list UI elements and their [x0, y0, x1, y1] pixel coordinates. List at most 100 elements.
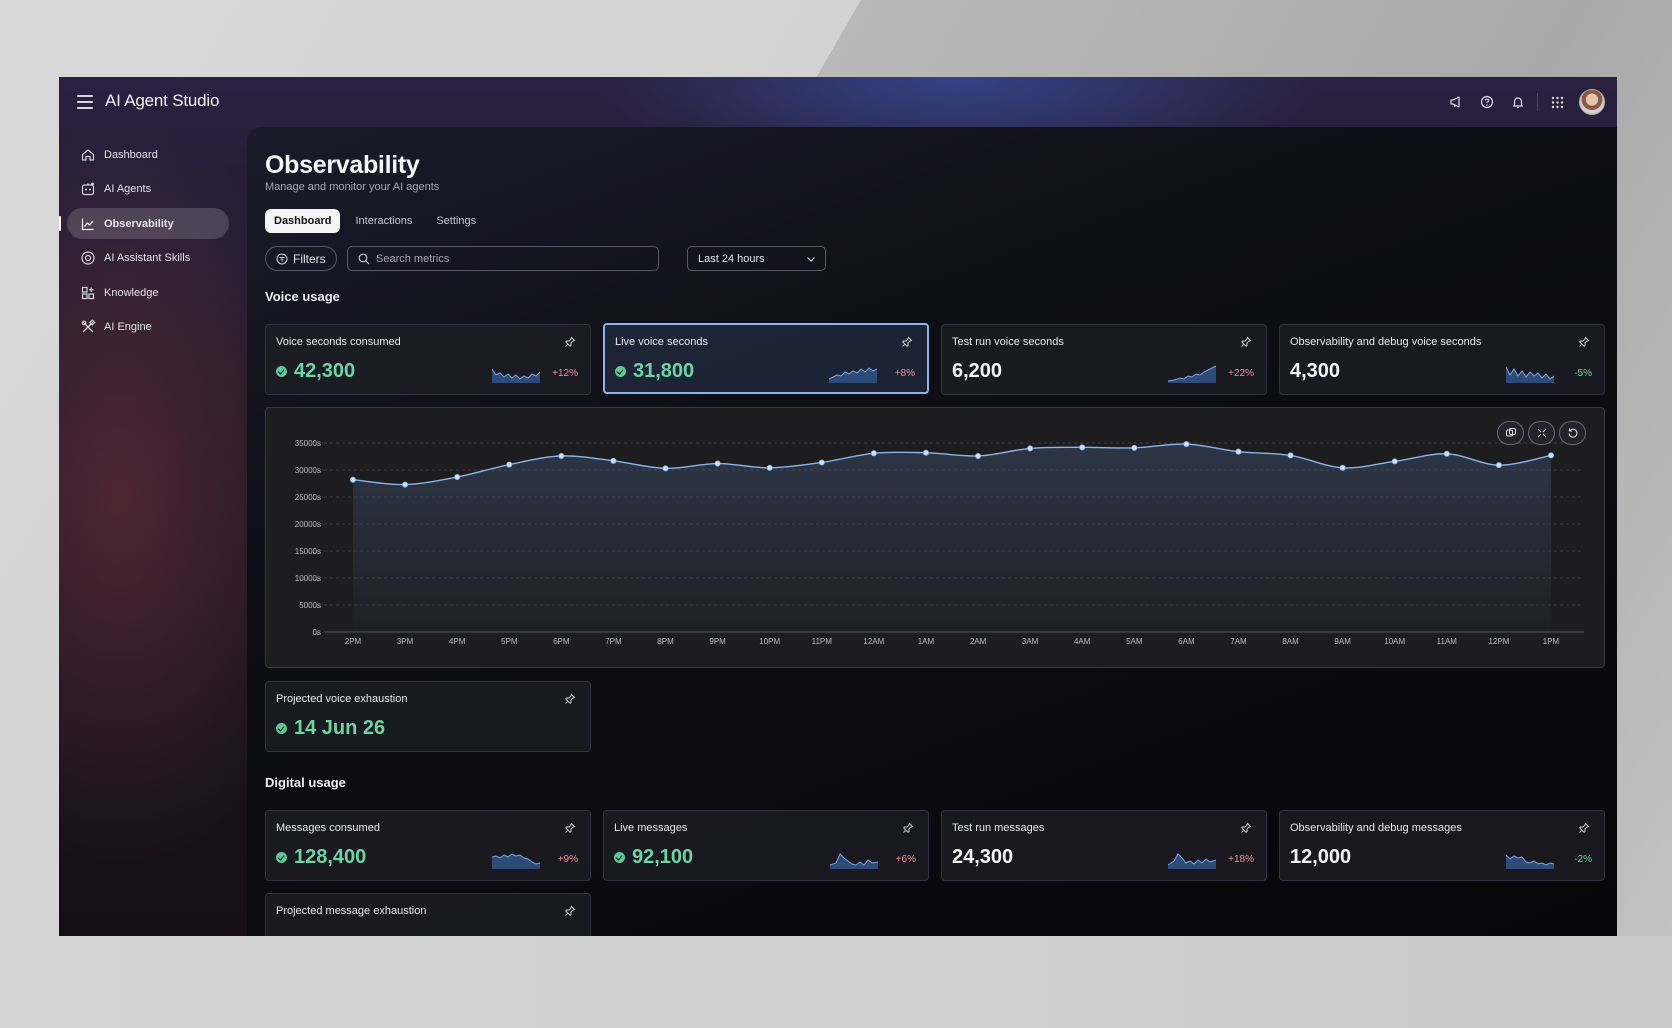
reset-icon	[1568, 428, 1577, 438]
pin-icon[interactable]	[899, 334, 915, 350]
metric-card-live-voice[interactable]: Live voice seconds 31,800 +8%	[603, 323, 929, 394]
data-point	[1339, 464, 1346, 471]
x-tick-label: 7AM	[1230, 637, 1247, 646]
pin-icon[interactable]	[1576, 820, 1592, 836]
x-tick-label: 1AM	[918, 637, 935, 646]
data-point	[975, 452, 982, 459]
copy-chart-button[interactable]	[1497, 421, 1524, 445]
agent-icon	[80, 181, 96, 197]
expand-chart-button[interactable]	[1528, 421, 1555, 445]
projected-voice-card[interactable]: Projected voice exhaustion 14 Jun 26	[265, 681, 591, 752]
voice-usage-chart: 0s 5000s 10000s 15000s 20000s 25000s 30000s 350…	[265, 407, 1605, 668]
tab-dashboard[interactable]: Dashboard	[265, 209, 341, 233]
top-bar: AI Agent Studio	[59, 77, 1617, 127]
metric-card-test-run-voice[interactable]: Test run voice seconds 6,200 +22%	[941, 324, 1267, 395]
metric-value-text: 14 Jun 26	[294, 717, 386, 739]
avatar[interactable]	[1579, 89, 1605, 115]
check-circle-icon	[276, 723, 287, 734]
menu-icon[interactable]	[77, 95, 93, 109]
sidebar: Dashboard AI Agents Observability AI Ass…	[59, 139, 229, 346]
sparkline	[830, 853, 878, 869]
x-tick-label: 7PM	[605, 637, 622, 646]
search-box[interactable]	[347, 246, 659, 271]
x-tick-label: 6PM	[553, 637, 570, 646]
sidebar-item-knowledge[interactable]: Knowledge	[67, 277, 229, 308]
pin-icon[interactable]	[1238, 334, 1254, 350]
metric-card-debug-messages[interactable]: Observability and debug messages 12,000 …	[1279, 810, 1605, 881]
metric-card-messages-consumed[interactable]: Messages consumed 128,400 +9%	[265, 810, 591, 881]
sidebar-item-ai-agents[interactable]: AI Agents	[67, 174, 229, 205]
metric-delta: -2%	[1574, 854, 1592, 865]
x-tick-label: 10AM	[1384, 637, 1405, 646]
app-window: AI Agent Studio Dashboard AI Agents Obse…	[59, 77, 1617, 936]
page-title: Observability	[265, 151, 420, 179]
divider	[1537, 93, 1538, 111]
pin-icon[interactable]	[562, 903, 578, 919]
pin-icon[interactable]	[562, 691, 578, 707]
metric-label: Voice seconds consumed	[276, 336, 401, 348]
x-tick-label: 9PM	[709, 637, 726, 646]
expand-icon	[1537, 428, 1546, 438]
sidebar-item-observability[interactable]: Observability	[59, 208, 229, 239]
tab-bar: Dashboard Interactions Settings	[265, 209, 485, 233]
data-point	[1027, 445, 1034, 452]
data-point	[402, 481, 409, 488]
data-point	[506, 461, 513, 468]
pin-icon[interactable]	[562, 820, 578, 836]
metric-delta: +22%	[1228, 368, 1254, 379]
metric-card-voice-consumed[interactable]: Voice seconds consumed 42,300 +12%	[265, 324, 591, 395]
pin-icon[interactable]	[562, 334, 578, 350]
sidebar-item-dashboard[interactable]: Dashboard	[67, 139, 229, 170]
metric-label: Live voice seconds	[615, 336, 708, 348]
metric-card-debug-voice[interactable]: Observability and debug voice seconds 4,…	[1279, 324, 1605, 395]
sparkline	[1168, 365, 1216, 383]
metric-label: Messages consumed	[276, 822, 380, 834]
metric-card-live-messages[interactable]: Live messages 92,100 +6%	[603, 810, 929, 881]
tab-settings[interactable]: Settings	[427, 209, 485, 233]
bell-icon[interactable]	[1502, 87, 1533, 117]
y-tick-label: 35000s	[295, 439, 321, 448]
metric-card-test-run-messages[interactable]: Test run messages 24,300 +18%	[941, 810, 1267, 881]
y-tick-label: 0s	[313, 628, 321, 637]
data-point	[714, 460, 721, 467]
pin-icon[interactable]	[1238, 820, 1254, 836]
data-point	[662, 465, 669, 472]
apps-grid-icon[interactable]	[1542, 87, 1573, 117]
x-tick-label: 12PM	[1488, 637, 1509, 646]
filters-label: Filters	[293, 251, 326, 266]
sidebar-item-ai-engine[interactable]: AI Engine	[67, 312, 229, 343]
metric-delta: +6%	[895, 854, 916, 865]
metric-value: 42,300	[276, 360, 355, 383]
pin-icon[interactable]	[900, 820, 916, 836]
pin-icon[interactable]	[1576, 334, 1592, 350]
data-point	[1287, 452, 1294, 459]
x-tick-label: 11PM	[812, 637, 833, 646]
x-tick-label: 3PM	[397, 637, 414, 646]
y-tick-label: 30000s	[295, 466, 321, 475]
sparkline	[829, 367, 877, 383]
reset-chart-button[interactable]	[1559, 421, 1586, 445]
projected-message-card[interactable]: Projected message exhaustion	[265, 893, 591, 936]
y-tick-label: 25000s	[295, 493, 321, 502]
data-point	[610, 457, 617, 464]
time-range-select[interactable]: Last 24 hours	[687, 246, 826, 271]
data-point	[1548, 452, 1555, 459]
metric-value-text: 31,800	[633, 360, 695, 382]
megaphone-icon[interactable]	[1440, 87, 1471, 117]
metric-value: 14 Jun 26	[276, 717, 385, 740]
sidebar-item-ai-assistant-skills[interactable]: AI Assistant Skills	[67, 243, 229, 274]
sidebar-item-label: AI Assistant Skills	[104, 252, 191, 264]
data-point	[766, 464, 773, 471]
x-tick-label: 6AM	[1178, 637, 1195, 646]
filters-button[interactable]: Filters	[265, 246, 337, 271]
x-tick-label: 5PM	[501, 637, 518, 646]
series-area	[353, 444, 1551, 632]
search-input[interactable]	[376, 252, 646, 265]
x-tick-label: 4AM	[1074, 637, 1091, 646]
search-icon	[358, 253, 370, 264]
help-icon[interactable]	[1471, 87, 1502, 117]
tab-interactions[interactable]: Interactions	[346, 209, 421, 233]
metric-label: Live messages	[614, 822, 688, 834]
y-tick-label: 15000s	[295, 547, 321, 556]
metric-label: Test run voice seconds	[952, 336, 1064, 348]
